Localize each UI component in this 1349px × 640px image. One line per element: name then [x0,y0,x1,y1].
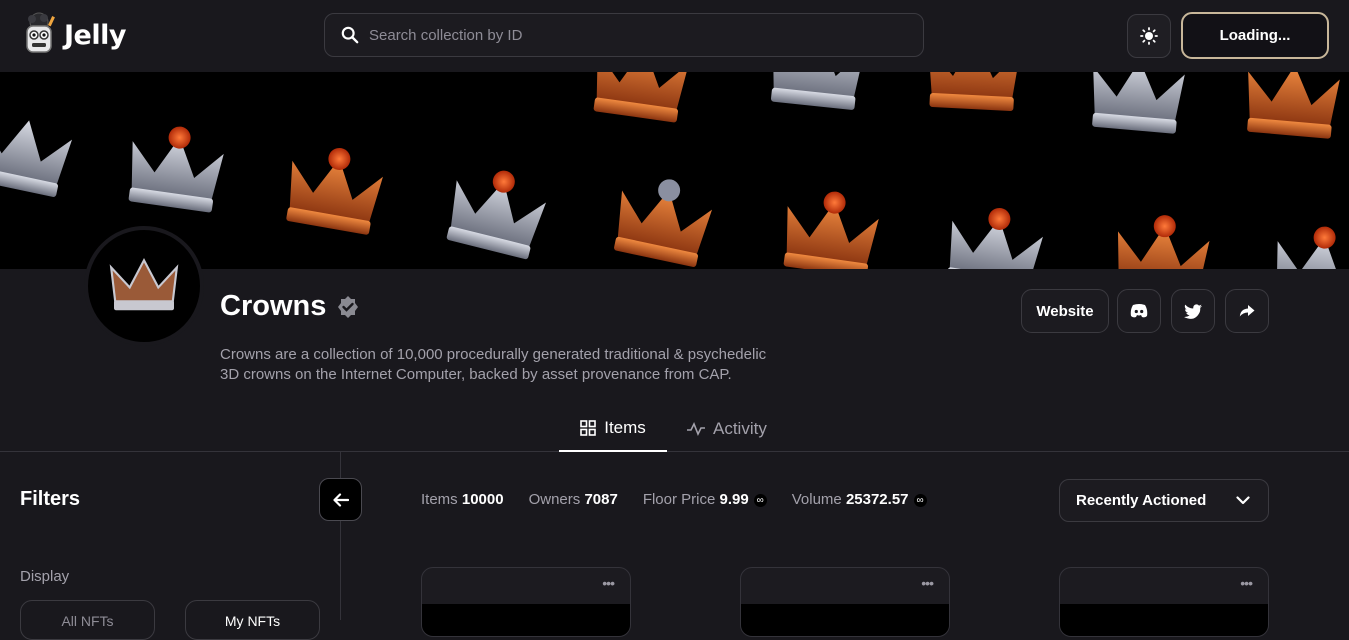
description-line-2: 3D crowns on the Internet Computer, back… [220,366,732,383]
collection-banner [0,72,1349,269]
jelly-logo[interactable]: Jelly [20,12,126,58]
stat-floor-value: 9.99 [719,491,749,508]
tab-activity-label: Activity [713,419,767,438]
filter-all-nfts[interactable]: All NFTs [20,600,155,640]
stat-items: Items 10000 [421,491,504,508]
filters-title: Filters [20,488,81,510]
sort-selected-label: Recently Actioned [1076,492,1207,509]
collection-avatar [84,226,204,346]
description-line-1: Crowns are a collection of 10,000 proced… [220,346,767,363]
top-bar: Jelly Loading... [0,0,1349,72]
collection-title: Crowns [220,290,327,322]
nft-image [741,604,949,636]
twitter-button[interactable] [1171,289,1215,333]
stat-volume-value: 25372.57 [845,491,909,508]
nft-card[interactable]: ••• [421,567,631,637]
discord-button[interactable] [1117,289,1161,333]
search-icon [341,26,359,44]
arrow-left-icon [332,492,349,507]
tab-activity[interactable]: Activity [687,406,767,452]
twitter-icon [1184,303,1202,319]
collapse-filters-button[interactable] [319,478,362,521]
stat-floor-label: Floor Price [642,491,716,508]
stat-owners-value: 7087 [584,491,618,508]
collection-tabs: Items Activity [0,406,1349,452]
card-menu-icon[interactable]: ••• [602,575,615,591]
nft-card[interactable]: ••• [1059,567,1269,637]
stat-items-value: 10000 [461,491,504,508]
activity-icon [687,422,705,436]
card-menu-icon[interactable]: ••• [1240,575,1253,591]
grid-icon [580,420,597,436]
tab-items-label: Items [604,418,646,437]
stat-owners-label: Owners [528,491,581,508]
collection-description: Crowns are a collection of 10,000 proced… [220,345,820,385]
search-bar[interactable] [324,13,924,57]
filter-my-nfts[interactable]: My NFTs [185,600,320,640]
collection-title-row: Crowns [220,290,360,323]
stat-owners: Owners 7087 [529,491,618,508]
search-input[interactable] [369,26,889,44]
stat-items-label: Items [421,491,458,508]
connect-wallet-button[interactable]: Loading... [1181,12,1329,59]
jelly-mascot-icon [26,12,55,53]
filters-panel: Filters Display All NFTs My NFTs [0,452,341,640]
discord-icon [1130,304,1148,318]
verified-badge-icon [338,295,359,318]
share-icon [1239,305,1255,317]
stat-volume-label: Volume [791,491,842,508]
stat-volume: Volume 25372.57 ∞ [792,491,927,508]
chevron-down-icon [1236,496,1250,505]
sun-icon [1140,27,1158,45]
app-name: Jelly [64,19,126,51]
sort-dropdown[interactable]: Recently Actioned [1059,479,1269,522]
display-label: Display [20,568,70,585]
icp-token-icon: ∞ [913,493,927,507]
nft-image [1060,604,1268,636]
nft-card[interactable]: ••• [740,567,950,637]
card-menu-icon[interactable]: ••• [921,575,934,591]
website-button[interactable]: Website [1021,289,1109,333]
share-button[interactable] [1225,289,1269,333]
crowns-banner-image [0,72,1349,269]
nft-image [422,604,630,636]
stat-floor-price: Floor Price 9.99 ∞ [643,491,767,508]
collection-stats: Items 10000 Owners 7087 Floor Price 9.99… [421,491,927,508]
theme-toggle-button[interactable] [1127,14,1171,58]
crown-avatar-image [109,257,179,311]
icp-token-icon: ∞ [753,493,767,507]
tab-items[interactable]: Items [559,406,667,452]
